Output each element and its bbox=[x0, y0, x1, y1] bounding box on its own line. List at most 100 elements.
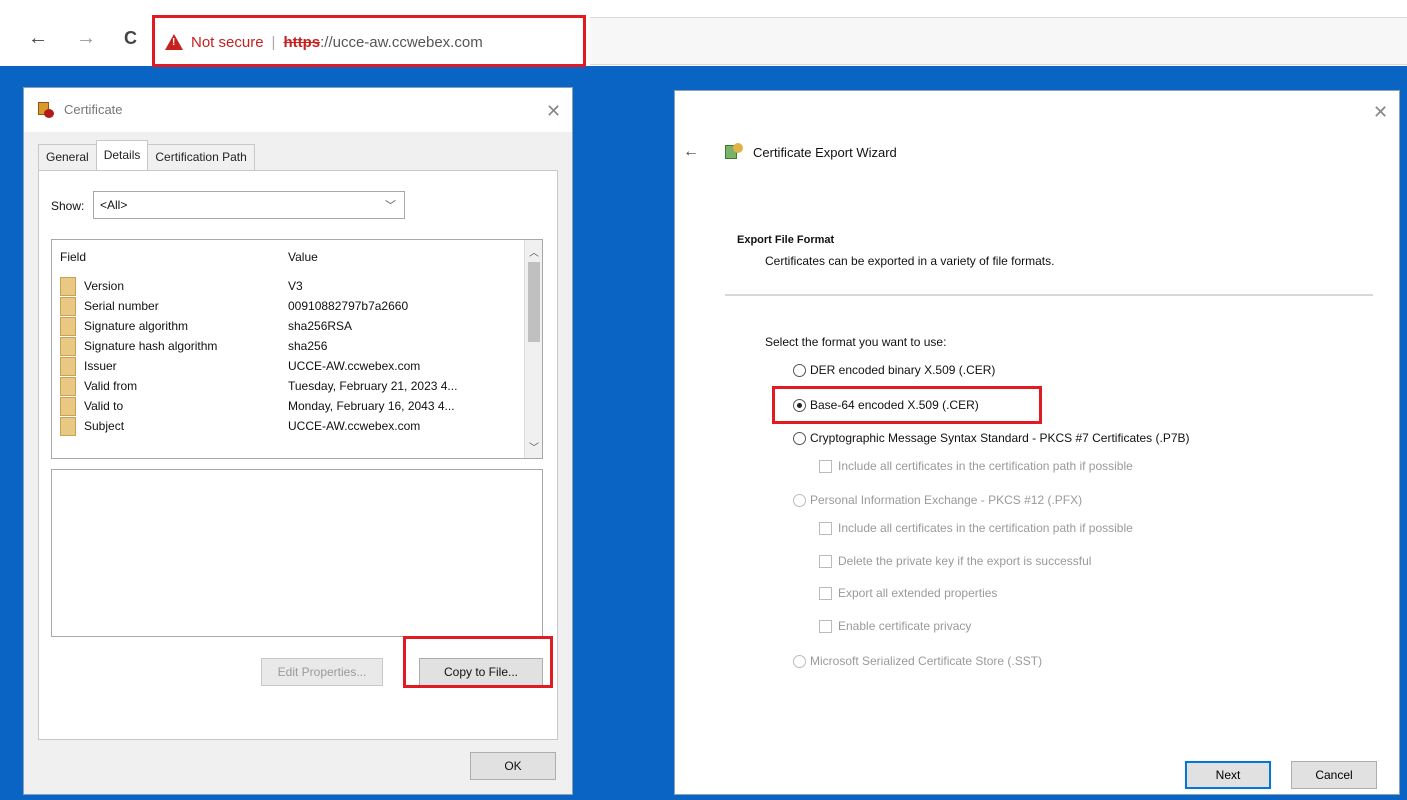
certificate-dialog: Certificate ✕ General Details Certificat… bbox=[23, 87, 573, 795]
tab-strip: General Details Certification Path bbox=[38, 140, 255, 170]
radio-button[interactable] bbox=[793, 493, 806, 507]
radio-button[interactable] bbox=[793, 431, 806, 445]
radio-button[interactable] bbox=[793, 654, 806, 668]
field-icon bbox=[60, 417, 76, 436]
row-field: Valid from bbox=[84, 379, 138, 393]
edit-properties-button[interactable]: Edit Properties... bbox=[261, 658, 383, 686]
checkbox-label: Enable certificate privacy bbox=[838, 619, 972, 633]
row-field: Version bbox=[84, 279, 125, 293]
row-field: Subject bbox=[84, 419, 125, 433]
radio-pkcs7[interactable]: Cryptographic Message Syntax Standard - … bbox=[793, 431, 1190, 445]
table-row[interactable]: Version V3 bbox=[52, 276, 522, 296]
close-icon[interactable]: ✕ bbox=[546, 102, 561, 120]
row-value: sha256 bbox=[288, 339, 328, 353]
next-button[interactable]: Next bbox=[1185, 761, 1271, 789]
cancel-button[interactable]: Cancel bbox=[1291, 761, 1377, 789]
row-value: V3 bbox=[288, 279, 303, 293]
column-header-value[interactable]: Value bbox=[288, 250, 318, 264]
row-value: 00910882797b7a2660 bbox=[288, 299, 409, 313]
field-icon bbox=[60, 377, 76, 396]
radio-pfx[interactable]: Personal Information Exchange - PKCS #12… bbox=[793, 493, 1082, 507]
radio-label: DER encoded binary X.509 (.CER) bbox=[810, 363, 996, 377]
certificate-export-wizard: ✕ ← Certificate Export Wizard Export Fil… bbox=[674, 90, 1400, 795]
reload-icon[interactable]: C bbox=[124, 28, 137, 48]
radio-der[interactable]: DER encoded binary X.509 (.CER) bbox=[793, 363, 995, 377]
tab-certification-path[interactable]: Certification Path bbox=[147, 144, 255, 170]
address-separator: | bbox=[271, 33, 276, 51]
vertical-scrollbar[interactable]: ︿ ﹀ bbox=[524, 240, 542, 458]
checkbox[interactable] bbox=[819, 586, 832, 600]
scroll-up-icon[interactable]: ︿ bbox=[529, 244, 539, 259]
radio-sst[interactable]: Microsoft Serialized Certificate Store (… bbox=[793, 654, 1042, 668]
url-host: ://ucce-aw.ccwebex.com bbox=[320, 33, 483, 51]
format-prompt: Select the format you want to use: bbox=[765, 335, 947, 349]
table-row[interactable]: Valid to Monday, February 16, 2043 4... bbox=[52, 396, 522, 416]
row-value: UCCE-AW.ccwebex.com bbox=[288, 419, 421, 433]
browser-toolbar: ← → C ! Not secure | https ://ucce-aw.cc… bbox=[0, 0, 1407, 67]
section-description: Certificates can be exported in a variet… bbox=[765, 254, 1055, 268]
address-bar[interactable]: ! Not secure | https ://ucce-aw.ccwebex.… bbox=[152, 15, 586, 67]
row-field: Signature algorithm bbox=[84, 319, 189, 333]
security-status-label[interactable]: Not secure bbox=[191, 34, 264, 51]
show-select[interactable]: <All> ﹀ bbox=[93, 191, 405, 219]
field-icon bbox=[60, 277, 76, 296]
radio-button[interactable] bbox=[793, 363, 806, 377]
checkbox-label: Delete the private key if the export is … bbox=[838, 554, 1092, 568]
field-icon bbox=[60, 357, 76, 376]
row-value: UCCE-AW.ccwebex.com bbox=[288, 359, 421, 373]
checkbox-delete-private-key[interactable]: Delete the private key if the export is … bbox=[819, 554, 1091, 568]
row-field: Serial number bbox=[84, 299, 159, 313]
checkbox-label: Include all certificates in the certific… bbox=[838, 521, 1133, 535]
warning-triangle-icon: ! bbox=[165, 34, 183, 50]
show-label: Show: bbox=[51, 199, 85, 213]
checkbox-certificate-privacy[interactable]: Enable certificate privacy bbox=[819, 619, 971, 633]
radio-label: Cryptographic Message Syntax Standard - … bbox=[810, 431, 1190, 445]
checkbox-pkcs7-include-all[interactable]: Include all certificates in the certific… bbox=[819, 459, 1133, 473]
row-value: Tuesday, February 21, 2023 4... bbox=[288, 379, 458, 393]
back-arrow-icon[interactable]: ← bbox=[28, 28, 48, 48]
certificate-icon bbox=[38, 102, 54, 118]
chevron-down-icon: ﹀ bbox=[385, 200, 396, 212]
wizard-certificate-icon bbox=[725, 143, 743, 161]
checkbox[interactable] bbox=[819, 521, 832, 535]
url-scheme: https bbox=[283, 33, 321, 51]
dialog-title: Certificate bbox=[64, 102, 123, 117]
close-icon[interactable]: ✕ bbox=[1373, 103, 1388, 121]
certificate-titlebar: Certificate ✕ bbox=[24, 88, 572, 132]
checkbox-label: Export all extended properties bbox=[838, 586, 998, 600]
field-icon bbox=[60, 317, 76, 336]
tab-general[interactable]: General bbox=[38, 144, 97, 170]
table-row[interactable]: Signature algorithm sha256RSA bbox=[52, 316, 522, 336]
checkbox[interactable] bbox=[819, 554, 832, 568]
table-row[interactable]: Valid from Tuesday, February 21, 2023 4.… bbox=[52, 376, 522, 396]
field-detail-textbox[interactable] bbox=[51, 469, 543, 637]
checkbox-pfx-include-all[interactable]: Include all certificates in the certific… bbox=[819, 521, 1133, 535]
field-list[interactable]: Field Value Version V3 Serial number 009… bbox=[51, 239, 543, 459]
show-select-value: <All> bbox=[100, 198, 128, 212]
tab-details[interactable]: Details bbox=[95, 140, 149, 170]
scrollbar-thumb[interactable] bbox=[528, 262, 540, 342]
toolbar-empty-area bbox=[590, 17, 1407, 65]
table-row[interactable]: Subject UCCE-AW.ccwebex.com bbox=[52, 416, 522, 436]
radio-label: Personal Information Exchange - PKCS #12… bbox=[810, 493, 1083, 507]
row-field: Valid to bbox=[84, 399, 124, 413]
table-row[interactable]: Signature hash algorithm sha256 bbox=[52, 336, 522, 356]
column-header-field[interactable]: Field bbox=[60, 250, 86, 264]
row-field: Signature hash algorithm bbox=[84, 339, 218, 353]
scroll-down-icon[interactable]: ﹀ bbox=[529, 439, 539, 454]
checkbox-export-extended-properties[interactable]: Export all extended properties bbox=[819, 586, 997, 600]
wizard-title: Certificate Export Wizard bbox=[753, 145, 897, 160]
table-row[interactable]: Issuer UCCE-AW.ccwebex.com bbox=[52, 356, 522, 376]
checkbox[interactable] bbox=[819, 459, 832, 473]
field-icon bbox=[60, 337, 76, 356]
copy-to-file-highlight bbox=[403, 636, 553, 688]
ok-button[interactable]: OK bbox=[470, 752, 556, 780]
back-arrow-icon[interactable]: ← bbox=[683, 143, 699, 161]
checkbox[interactable] bbox=[819, 619, 832, 633]
header-divider bbox=[725, 294, 1373, 296]
field-icon bbox=[60, 397, 76, 416]
checkbox-label: Include all certificates in the certific… bbox=[838, 459, 1133, 473]
row-field: Issuer bbox=[84, 359, 117, 373]
table-row[interactable]: Serial number 00910882797b7a2660 bbox=[52, 296, 522, 316]
forward-arrow-icon[interactable]: → bbox=[76, 28, 96, 48]
